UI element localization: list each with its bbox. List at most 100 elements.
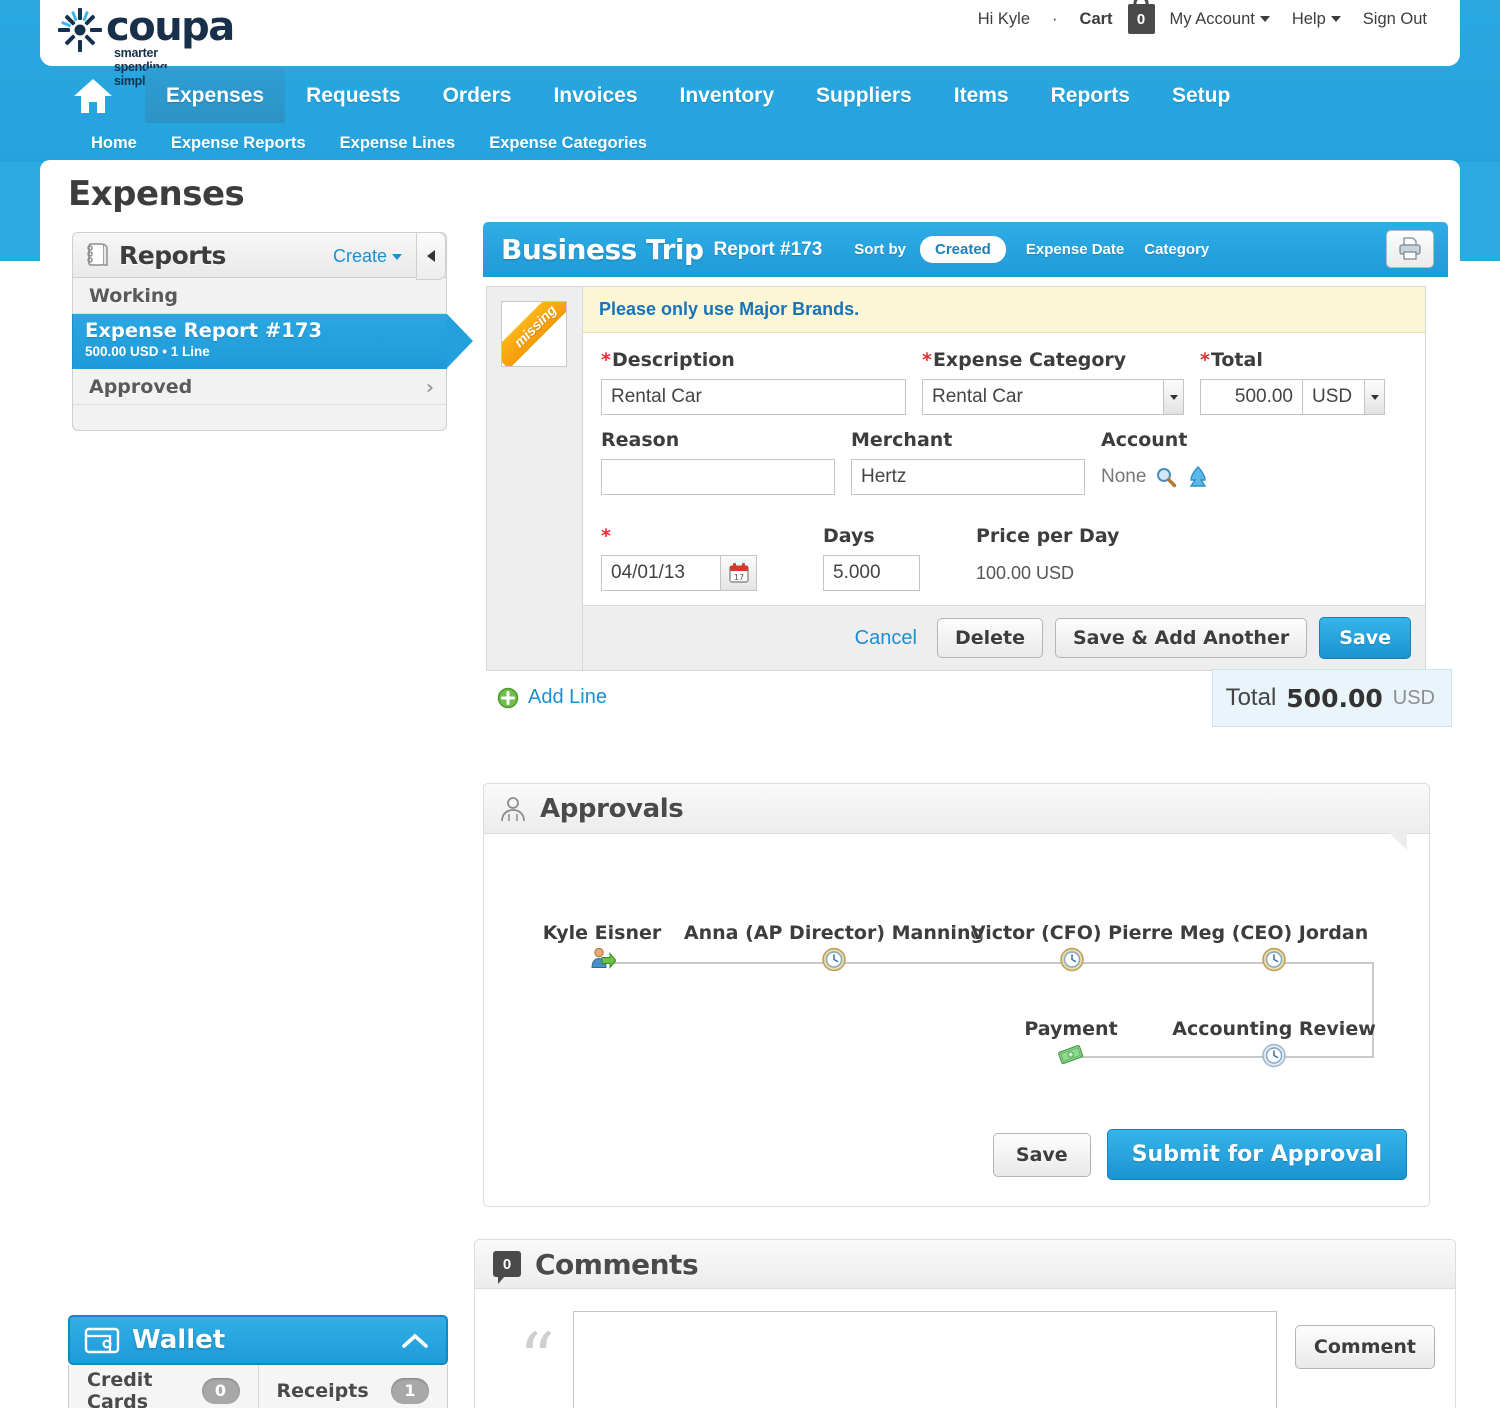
reason-label: Reason — [601, 429, 835, 451]
nav-label: Items — [954, 84, 1009, 108]
days-input[interactable]: 5.000 — [823, 555, 920, 591]
approval-node-accounting-review[interactable] — [1262, 1044, 1286, 1073]
approval-node-pending-anna[interactable] — [822, 948, 846, 977]
approval-node-submitter[interactable] — [588, 946, 616, 979]
approvals-section: Approvals Kyle Eisner Anna (AP Director)… — [483, 783, 1430, 1207]
delete-button[interactable]: Delete — [937, 618, 1043, 658]
reason-field: Reason — [601, 429, 835, 495]
cancel-button[interactable]: Cancel — [847, 627, 925, 650]
expense-date-input[interactable]: 04/01/13 — [601, 555, 721, 591]
my-account-menu[interactable]: My Account — [1159, 10, 1281, 29]
subnav-item-expense-categories[interactable]: Expense Categories — [472, 134, 664, 153]
section-label: Working — [89, 285, 178, 307]
wallet-body: Credit Cards 0 Receipts 1 — [68, 1365, 448, 1408]
wallet-icon — [84, 1325, 120, 1355]
search-icon[interactable] — [1155, 466, 1177, 488]
total-amount: 500.00 — [1286, 684, 1382, 713]
cart-link[interactable]: Cart — [1069, 10, 1124, 29]
cart-icon[interactable]: 0 — [1128, 4, 1155, 34]
quote-icon: “ — [519, 1333, 555, 1386]
comment-button[interactable]: Comment — [1295, 1325, 1435, 1369]
save-line-button[interactable]: Save — [1319, 617, 1411, 659]
approval-node-payment[interactable] — [1057, 1044, 1085, 1073]
subnav-item-expense-lines[interactable]: Expense Lines — [323, 134, 473, 153]
currency-select[interactable]: USD — [1303, 379, 1385, 415]
sort-option-expense-date[interactable]: Expense Date — [1026, 241, 1124, 258]
label-text: Expense Category — [933, 349, 1126, 371]
total-label: *Total — [1200, 349, 1385, 371]
greeting-label: Hi Kyle — [967, 10, 1041, 29]
required-marker: * — [1200, 349, 1210, 371]
print-button[interactable] — [1386, 230, 1434, 268]
sidebar-item-expense-report-173[interactable]: Expense Report #173 500.00 USD • 1 Line — [72, 314, 447, 369]
nav-item-invoices[interactable]: Invoices — [532, 68, 658, 123]
sidebar-collapse-button[interactable] — [416, 232, 446, 280]
account-field: Account None — [1101, 429, 1210, 495]
nav-item-inventory[interactable]: Inventory — [659, 68, 796, 123]
create-report-button[interactable]: Create — [333, 246, 402, 267]
sidebar-section-approved[interactable]: Approved › — [72, 369, 447, 405]
description-label: *Description — [601, 349, 906, 371]
nav-item-suppliers[interactable]: Suppliers — [795, 68, 933, 123]
receipt-thumbnail-column: missing — [487, 287, 582, 670]
nav-label: Suppliers — [816, 84, 912, 108]
nav-item-reports[interactable]: Reports — [1030, 68, 1151, 123]
cart-handle — [1134, 0, 1149, 7]
receipt-thumbnail[interactable]: missing — [501, 301, 567, 367]
sidebar-title: Reports — [119, 241, 226, 270]
nav-item-home[interactable] — [40, 68, 145, 123]
wallet-cell-count: 1 — [391, 1378, 429, 1404]
approval-node-pending-meg[interactable] — [1262, 948, 1286, 977]
missing-receipt-ribbon: missing — [501, 301, 567, 367]
nav-item-items[interactable]: Items — [933, 68, 1030, 123]
report-total-box: Total 500.00 USD — [1212, 669, 1452, 727]
total-input-group: 500.00 USD — [1200, 379, 1385, 415]
clock-icon — [1262, 948, 1286, 972]
comment-textarea[interactable] — [573, 1311, 1277, 1408]
approvals-action-buttons: Save Submit for Approval — [484, 1129, 1429, 1206]
reason-input[interactable] — [601, 459, 835, 495]
description-input[interactable]: Rental Car — [601, 379, 906, 415]
sign-out-link[interactable]: Sign Out — [1352, 10, 1438, 29]
sidebar-section-working[interactable]: Working — [72, 278, 447, 314]
days-field: Days 5.000 — [823, 525, 920, 591]
approval-stage-accounting-review: Accounting Review — [1172, 1018, 1376, 1040]
save-and-add-another-button[interactable]: Save & Add Another — [1055, 618, 1307, 658]
merchant-input[interactable]: Hertz — [851, 459, 1085, 495]
nav-label: Setup — [1172, 84, 1230, 108]
report-number: Report #173 — [714, 239, 823, 261]
help-menu[interactable]: Help — [1281, 10, 1352, 29]
nav-item-orders[interactable]: Orders — [422, 68, 533, 123]
totals-row: Add Line Total 500.00 USD — [483, 671, 1448, 739]
nav-item-requests[interactable]: Requests — [285, 68, 422, 123]
approval-connector-top-right — [1274, 962, 1374, 964]
calendar-button[interactable]: 17 — [721, 555, 757, 591]
sort-option-created[interactable]: Created — [920, 236, 1006, 263]
add-line-button[interactable]: Add Line — [497, 686, 607, 709]
wallet-header[interactable]: Wallet — [68, 1315, 448, 1365]
chevron-left-icon — [427, 250, 435, 262]
subnav-item-expense-reports[interactable]: Expense Reports — [154, 134, 323, 153]
total-amount-input[interactable]: 500.00 — [1200, 379, 1303, 415]
approval-node-pending-victor[interactable] — [1060, 948, 1084, 977]
nav-item-expenses[interactable]: Expenses — [145, 68, 285, 123]
wallet-credit-cards[interactable]: Credit Cards 0 — [69, 1365, 258, 1408]
chevron-up-icon[interactable] — [400, 1331, 430, 1351]
sort-by-label: Sort by — [854, 241, 906, 258]
sort-option-category[interactable]: Category — [1144, 241, 1209, 258]
save-report-button[interactable]: Save — [993, 1133, 1091, 1177]
wallet-receipts[interactable]: Receipts 1 — [258, 1365, 448, 1408]
wallet-title: Wallet — [132, 1325, 225, 1355]
split-allocation-icon[interactable] — [1186, 465, 1210, 489]
add-circle-icon — [497, 687, 519, 709]
expense-category-label: *Expense Category — [922, 349, 1184, 371]
subnav-item-home[interactable]: Home — [74, 134, 154, 153]
report-header: Business Trip Report #173 Sort by Create… — [483, 222, 1448, 277]
expense-category-select[interactable]: Rental Car — [922, 379, 1184, 415]
submit-for-approval-button[interactable]: Submit for Approval — [1107, 1129, 1407, 1180]
date-label: * — [601, 525, 757, 547]
clock-icon — [1262, 1044, 1286, 1068]
nav-item-setup[interactable]: Setup — [1151, 68, 1251, 123]
nav-label: Invoices — [553, 84, 637, 108]
clock-icon — [822, 948, 846, 972]
